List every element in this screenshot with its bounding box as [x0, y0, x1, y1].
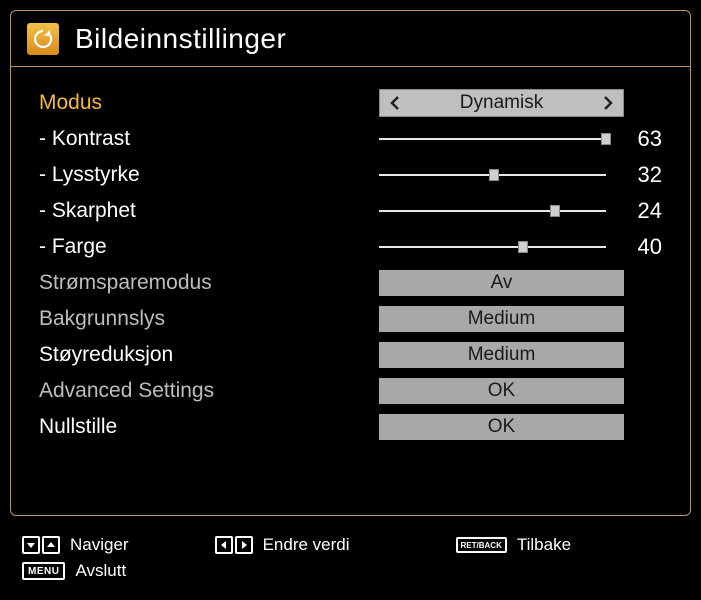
btn-advanced[interactable]: OK [379, 378, 624, 404]
row-skarphet: - Skarphet 24 [39, 193, 662, 229]
slider-thumb[interactable] [518, 241, 528, 253]
hint-endre: Endre verdi [263, 535, 350, 555]
chevron-right-icon[interactable] [599, 94, 617, 112]
label-modus: Modus [39, 91, 379, 115]
slider-farge[interactable] [379, 246, 606, 248]
label-advanced: Advanced Settings [39, 379, 379, 403]
chevron-left-icon[interactable] [386, 94, 404, 112]
value-lysstyrke: 32 [622, 162, 662, 188]
value-kontrast: 63 [622, 126, 662, 152]
hint-avslutt: Avslutt [75, 561, 126, 581]
row-modus: Modus Dynamisk [39, 85, 662, 121]
slider-lysstyrke[interactable] [379, 174, 606, 176]
label-nullstille: Nullstille [39, 415, 379, 439]
menu-key: MENU [22, 562, 65, 580]
value-farge: 40 [622, 234, 662, 260]
label-stoyreduksjon: Støyreduksjon [39, 343, 379, 367]
btn-stoyreduksjon[interactable]: Medium [379, 342, 624, 368]
label-lysstyrke: - Lysstyrke [39, 163, 379, 187]
row-advanced: Advanced Settings OK [39, 373, 662, 409]
right-key-icon [235, 536, 253, 554]
label-farge: - Farge [39, 235, 379, 259]
row-lysstyrke: - Lysstyrke 32 [39, 157, 662, 193]
page-title: Bildeinnstillinger [75, 23, 286, 55]
row-kontrast: - Kontrast 63 [39, 121, 662, 157]
label-kontrast: - Kontrast [39, 127, 379, 151]
slider-thumb[interactable] [550, 205, 560, 217]
left-right-keys [215, 536, 253, 554]
left-key-icon [215, 536, 233, 554]
title-bar: Bildeinnstillinger [11, 11, 690, 67]
up-key-icon [42, 536, 60, 554]
retback-key: RET/BACK [456, 537, 507, 553]
slider-skarphet[interactable] [379, 210, 606, 212]
value-skarphet: 24 [622, 198, 662, 224]
footer-hints: Naviger Endre verdi RET/BACK Tilbake MEN… [22, 532, 682, 584]
settings-frame: Bildeinnstillinger Modus Dynamisk - Kont… [10, 10, 691, 516]
row-nullstille: Nullstille OK [39, 409, 662, 445]
row-farge: - Farge 40 [39, 229, 662, 265]
modus-value: Dynamisk [460, 92, 543, 114]
hint-tilbake: Tilbake [517, 535, 571, 555]
slider-kontrast[interactable] [379, 138, 606, 140]
label-stromspare: Strømsparemodus [39, 271, 379, 295]
down-key-icon [22, 536, 40, 554]
slider-thumb[interactable] [601, 133, 611, 145]
slider-thumb[interactable] [489, 169, 499, 181]
label-skarphet: - Skarphet [39, 199, 379, 223]
up-down-keys [22, 536, 60, 554]
settings-list: Modus Dynamisk - Kontrast [11, 67, 690, 445]
btn-nullstille[interactable]: OK [379, 414, 624, 440]
modus-selector[interactable]: Dynamisk [379, 89, 624, 117]
hint-naviger: Naviger [70, 535, 129, 555]
btn-stromspare[interactable]: Av [379, 270, 624, 296]
btn-bakgrunnslys[interactable]: Medium [379, 306, 624, 332]
label-bakgrunnslys: Bakgrunnslys [39, 307, 379, 331]
row-bakgrunnslys: Bakgrunnslys Medium [39, 301, 662, 337]
refresh-icon [27, 23, 59, 55]
row-stoyreduksjon: Støyreduksjon Medium [39, 337, 662, 373]
row-stromspare: Strømsparemodus Av [39, 265, 662, 301]
